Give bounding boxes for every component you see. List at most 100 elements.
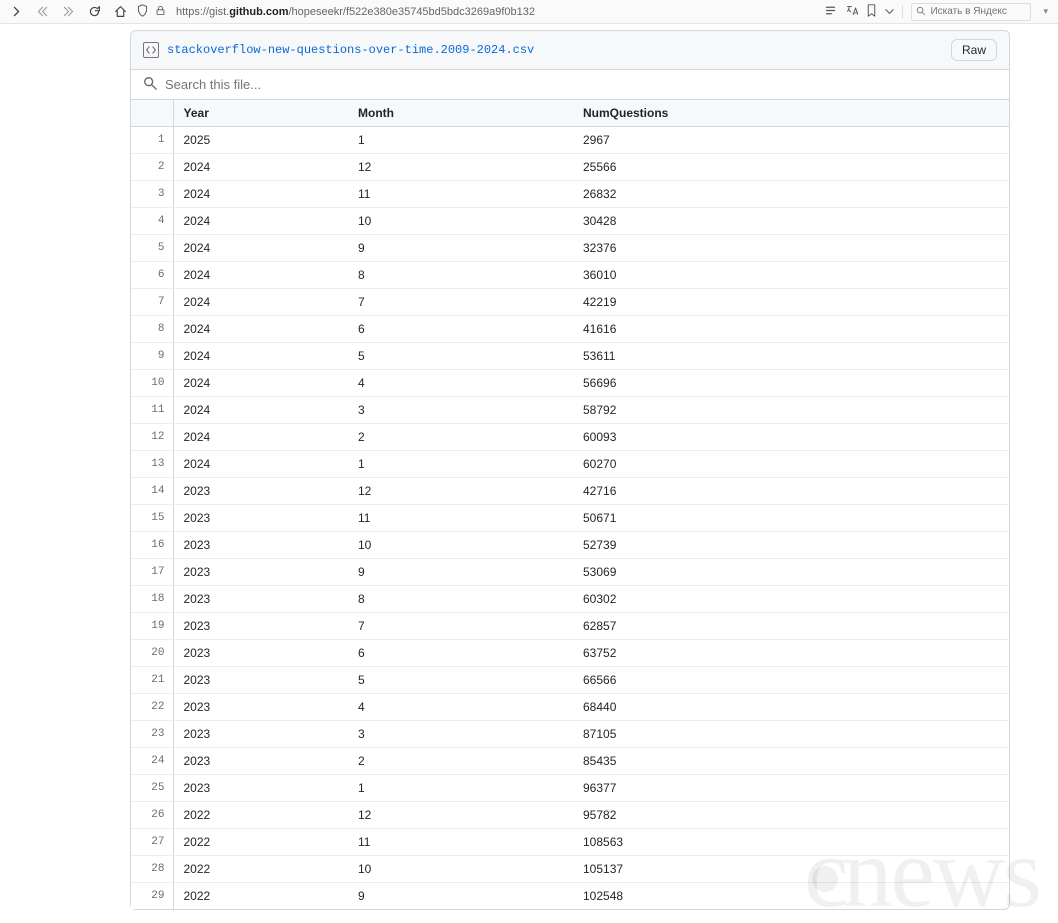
col-month-header: Month [348, 100, 573, 127]
cell-year: 2022 [173, 829, 348, 856]
cell-year: 2024 [173, 316, 348, 343]
file-search-input[interactable] [165, 77, 997, 92]
cell-year: 2023 [173, 478, 348, 505]
line-number: 12 [131, 424, 173, 451]
url-bar[interactable]: https://gist.github.com/hopeseekr/f522e3… [172, 6, 818, 18]
cell-month: 2 [348, 748, 573, 775]
cell-year: 2023 [173, 667, 348, 694]
cell-month: 12 [348, 478, 573, 505]
table-row: 2620221295782 [131, 802, 1009, 829]
cell-year: 2023 [173, 694, 348, 721]
line-number: 9 [131, 343, 173, 370]
back-button[interactable] [6, 2, 26, 22]
cell-month: 1 [348, 451, 573, 478]
cell-month: 8 [348, 586, 573, 613]
table-row: 132024160270 [131, 451, 1009, 478]
line-number: 4 [131, 208, 173, 235]
cell-num: 60093 [573, 424, 1009, 451]
double-chevron-right-icon [63, 6, 74, 17]
cell-num: 52739 [573, 532, 1009, 559]
cell-num: 108563 [573, 829, 1009, 856]
table-row: 72024742219 [131, 289, 1009, 316]
cell-month: 11 [348, 505, 573, 532]
line-number: 11 [131, 397, 173, 424]
next-button[interactable] [58, 2, 78, 22]
chevron-down-icon[interactable] [885, 5, 894, 19]
table-row: 320241126832 [131, 181, 1009, 208]
cell-year: 2024 [173, 451, 348, 478]
shield-icon[interactable] [136, 4, 149, 20]
cell-year: 2024 [173, 262, 348, 289]
cell-year: 2023 [173, 532, 348, 559]
csv-table: Year Month NumQuestions 1202512967220241… [131, 100, 1009, 909]
cell-year: 2025 [173, 127, 348, 154]
cell-year: 2024 [173, 397, 348, 424]
line-number: 10 [131, 370, 173, 397]
cell-num: 102548 [573, 883, 1009, 910]
yandex-search-box[interactable] [911, 3, 1031, 21]
cell-month: 3 [348, 721, 573, 748]
reload-button[interactable] [84, 2, 104, 22]
line-number: 29 [131, 883, 173, 910]
raw-button[interactable]: Raw [951, 39, 997, 61]
table-row: 252023196377 [131, 775, 1009, 802]
translate-icon[interactable] [845, 4, 858, 20]
yandex-search-input[interactable] [930, 6, 1030, 17]
search-icon [143, 76, 157, 93]
reader-icon[interactable] [824, 4, 837, 20]
line-number: 17 [131, 559, 173, 586]
cell-month: 10 [348, 532, 573, 559]
line-number: 21 [131, 667, 173, 694]
table-row: 82024641616 [131, 316, 1009, 343]
cell-year: 2023 [173, 748, 348, 775]
cell-year: 2023 [173, 640, 348, 667]
cell-year: 2024 [173, 208, 348, 235]
cell-num: 42716 [573, 478, 1009, 505]
cell-num: 96377 [573, 775, 1009, 802]
line-number: 18 [131, 586, 173, 613]
cell-year: 2024 [173, 424, 348, 451]
cell-num: 30428 [573, 208, 1009, 235]
cell-num: 62857 [573, 613, 1009, 640]
menu-dropdown[interactable]: ▾ [1039, 6, 1052, 17]
table-row: 232023387105 [131, 721, 1009, 748]
cell-year: 2023 [173, 721, 348, 748]
line-number: 24 [131, 748, 173, 775]
table-row: 52024932376 [131, 235, 1009, 262]
table-row: 222023468440 [131, 694, 1009, 721]
table-row: 220241225566 [131, 154, 1009, 181]
cell-year: 2023 [173, 775, 348, 802]
cell-month: 6 [348, 316, 573, 343]
table-row: 1202512967 [131, 127, 1009, 154]
cell-num: 2967 [573, 127, 1009, 154]
table-row: 27202211108563 [131, 829, 1009, 856]
cell-month: 2 [348, 424, 573, 451]
home-button[interactable] [110, 2, 130, 22]
cell-year: 2023 [173, 505, 348, 532]
bookmark-icon[interactable] [866, 4, 877, 20]
table-row: 172023953069 [131, 559, 1009, 586]
table-row: 28202210105137 [131, 856, 1009, 883]
table-row: 112024358792 [131, 397, 1009, 424]
cell-month: 5 [348, 667, 573, 694]
cell-month: 1 [348, 775, 573, 802]
prev-button[interactable] [32, 2, 52, 22]
file-name-link[interactable]: stackoverflow-new-questions-over-time.20… [167, 43, 534, 57]
line-number: 28 [131, 856, 173, 883]
cell-year: 2024 [173, 289, 348, 316]
table-row: 192023762857 [131, 613, 1009, 640]
table-row: 62024836010 [131, 262, 1009, 289]
cell-num: 53069 [573, 559, 1009, 586]
table-row: 242023285435 [131, 748, 1009, 775]
cell-num: 32376 [573, 235, 1009, 262]
lock-icon[interactable] [155, 5, 166, 19]
line-number: 14 [131, 478, 173, 505]
cell-month: 7 [348, 289, 573, 316]
double-chevron-left-icon [37, 6, 48, 17]
home-icon [114, 5, 127, 18]
table-row: 212023566566 [131, 667, 1009, 694]
cell-num: 87105 [573, 721, 1009, 748]
cell-year: 2024 [173, 154, 348, 181]
chevron-right-icon [11, 6, 22, 17]
table-header-row: Year Month NumQuestions [131, 100, 1009, 127]
